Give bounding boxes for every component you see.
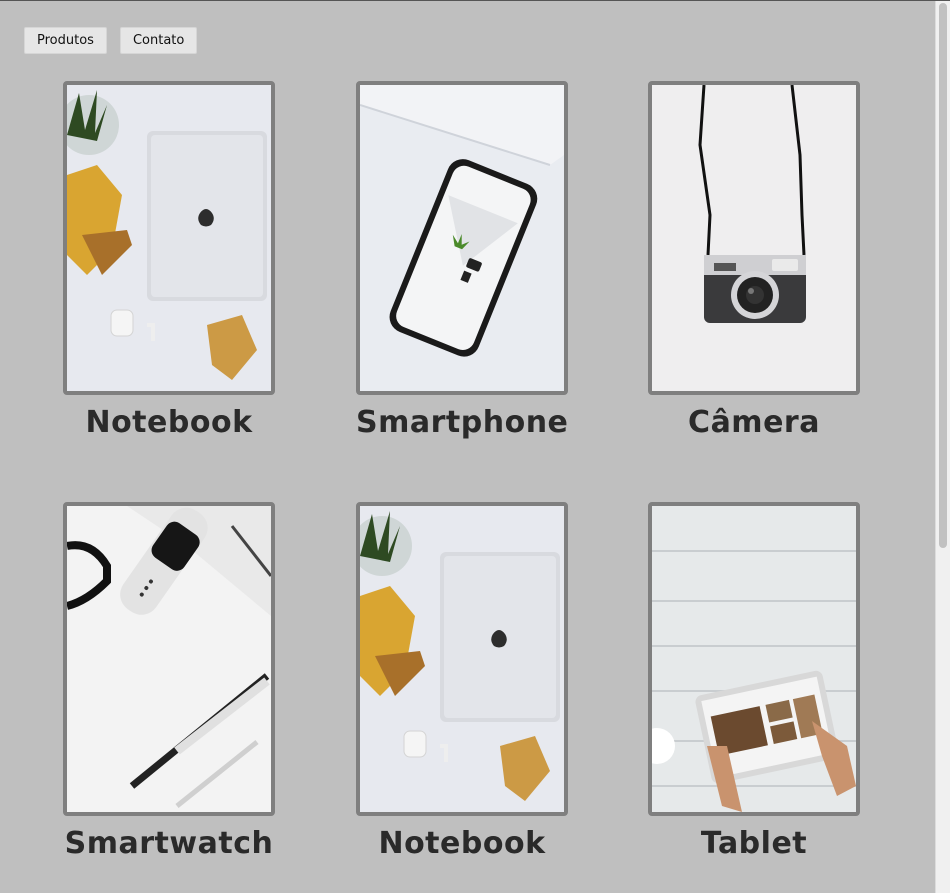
- product-card[interactable]: Notebook: [356, 502, 568, 861]
- product-card[interactable]: Notebook: [63, 81, 275, 440]
- nav-button-produtos[interactable]: Produtos: [24, 27, 107, 54]
- camera-image: [652, 85, 856, 391]
- notebook-image: [360, 506, 564, 812]
- vertical-scrollbar[interactable]: [935, 1, 950, 893]
- product-image-frame: [648, 502, 860, 816]
- product-name: Notebook: [378, 826, 546, 861]
- product-name: Smartphone: [356, 405, 569, 440]
- product-card[interactable]: Tablet: [648, 502, 860, 861]
- product-image-frame: [356, 81, 568, 395]
- product-image-frame: [63, 81, 275, 395]
- product-name: Smartwatch: [64, 826, 274, 861]
- product-name: Notebook: [85, 405, 253, 440]
- scrollbar-thumb[interactable]: [939, 3, 947, 548]
- product-image-frame: [648, 81, 860, 395]
- product-card[interactable]: Câmera: [648, 81, 860, 440]
- product-card[interactable]: Smartwatch: [63, 502, 275, 861]
- product-card[interactable]: Smartphone: [356, 81, 568, 440]
- tablet-image: [652, 506, 856, 812]
- nav-button-contato[interactable]: Contato: [119, 27, 198, 54]
- product-image-frame: [356, 502, 568, 816]
- smartphone-image: [360, 85, 564, 391]
- product-name: Tablet: [700, 826, 808, 861]
- product-name: Câmera: [688, 405, 820, 440]
- top-nav: Produtos Contato: [24, 27, 198, 54]
- smartwatch-image: [67, 506, 271, 812]
- product-image-frame: [63, 502, 275, 816]
- notebook-image: [67, 85, 271, 391]
